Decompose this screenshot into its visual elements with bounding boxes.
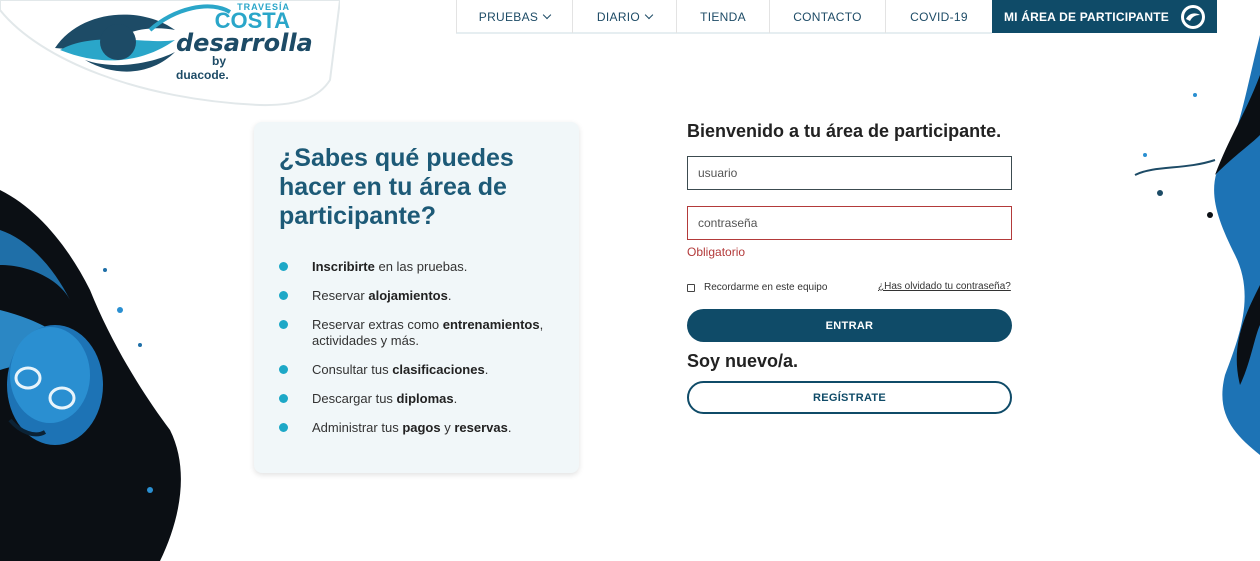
participant-area-button[interactable]: MI ÁREA DE PARTICIPANTE: [992, 0, 1217, 33]
list-item: Consultar tus clasificaciones.: [279, 362, 569, 378]
forgot-password-link[interactable]: ¿Has olvidado tu contraseña?: [878, 281, 1011, 292]
register-button[interactable]: REGÍSTRATE: [687, 381, 1012, 414]
nav-label: DIARIO: [596, 9, 641, 24]
nav-item-tienda[interactable]: TIENDA: [676, 0, 769, 33]
wave-icon: [1181, 4, 1206, 29]
benefits-card: ¿Sabes qué puedes hacer en tu área de pa…: [254, 122, 579, 473]
nav-item-diario[interactable]: DIARIO: [572, 0, 676, 33]
benefits-list: Inscribirte en las pruebas. Reservar alo…: [279, 259, 569, 449]
bullet-icon: [279, 320, 288, 329]
nav-label: TIENDA: [700, 9, 746, 24]
participant-area-label: MI ÁREA DE PARTICIPANTE: [1003, 9, 1170, 24]
list-item: Administrar tus pagos y reservas.: [279, 420, 569, 436]
swimmer-splash-image: [0, 190, 181, 561]
bullet-icon: [279, 365, 288, 374]
password-input[interactable]: [687, 206, 1012, 240]
list-item: Reservar alojamientos.: [279, 288, 569, 304]
list-item: Inscribirte en las pruebas.: [279, 259, 569, 275]
nav-label: PRUEBAS: [478, 9, 539, 24]
bullet-icon: [279, 423, 288, 432]
site-logo[interactable]: TRAVESÍA COSTA desarrolla by duacode.: [0, 0, 340, 110]
list-item: Descargar tus diplomas.: [279, 391, 569, 407]
logo-by: by duacode.: [176, 54, 229, 82]
remember-me-checkbox[interactable]: Recordarme en este equipo: [687, 282, 827, 293]
login-title: Bienvenido a tu área de participante.: [687, 121, 1002, 141]
nav-item-pruebas[interactable]: PRUEBAS: [456, 0, 572, 33]
logo-wordmark: TRAVESÍA COSTA desarrolla by duacode.: [176, 2, 316, 82]
bullet-icon: [279, 262, 288, 271]
nav-item-contacto[interactable]: CONTACTO: [769, 0, 885, 33]
nav-label: COVID-19: [910, 9, 968, 24]
checkbox-icon[interactable]: [687, 283, 695, 292]
main-nav: PRUEBAS DIARIO TIENDA CONTACTO COVID-19: [456, 0, 992, 34]
water-splash-image: [1134, 35, 1260, 455]
chevron-down-icon: [644, 10, 654, 19]
login-button[interactable]: ENTRAR: [687, 309, 1012, 342]
bullet-icon: [279, 394, 288, 403]
register-title: Soy nuevo/a.: [687, 351, 799, 371]
username-input[interactable]: [687, 156, 1012, 190]
logo-tagline: desarrolla: [176, 29, 313, 57]
nav-item-covid[interactable]: COVID-19: [885, 0, 992, 33]
password-error: Obligatorio: [687, 245, 746, 259]
list-item: Reservar extras como entrenamientos, act…: [279, 317, 569, 349]
benefits-title: ¿Sabes qué puedes hacer en tu área de pa…: [279, 144, 514, 230]
nav-label: CONTACTO: [793, 9, 862, 24]
chevron-down-icon: [542, 10, 552, 19]
logo-name: COSTA: [214, 8, 290, 33]
bullet-icon: [279, 291, 288, 300]
remember-me-label: Recordarme en este equipo: [704, 282, 828, 293]
